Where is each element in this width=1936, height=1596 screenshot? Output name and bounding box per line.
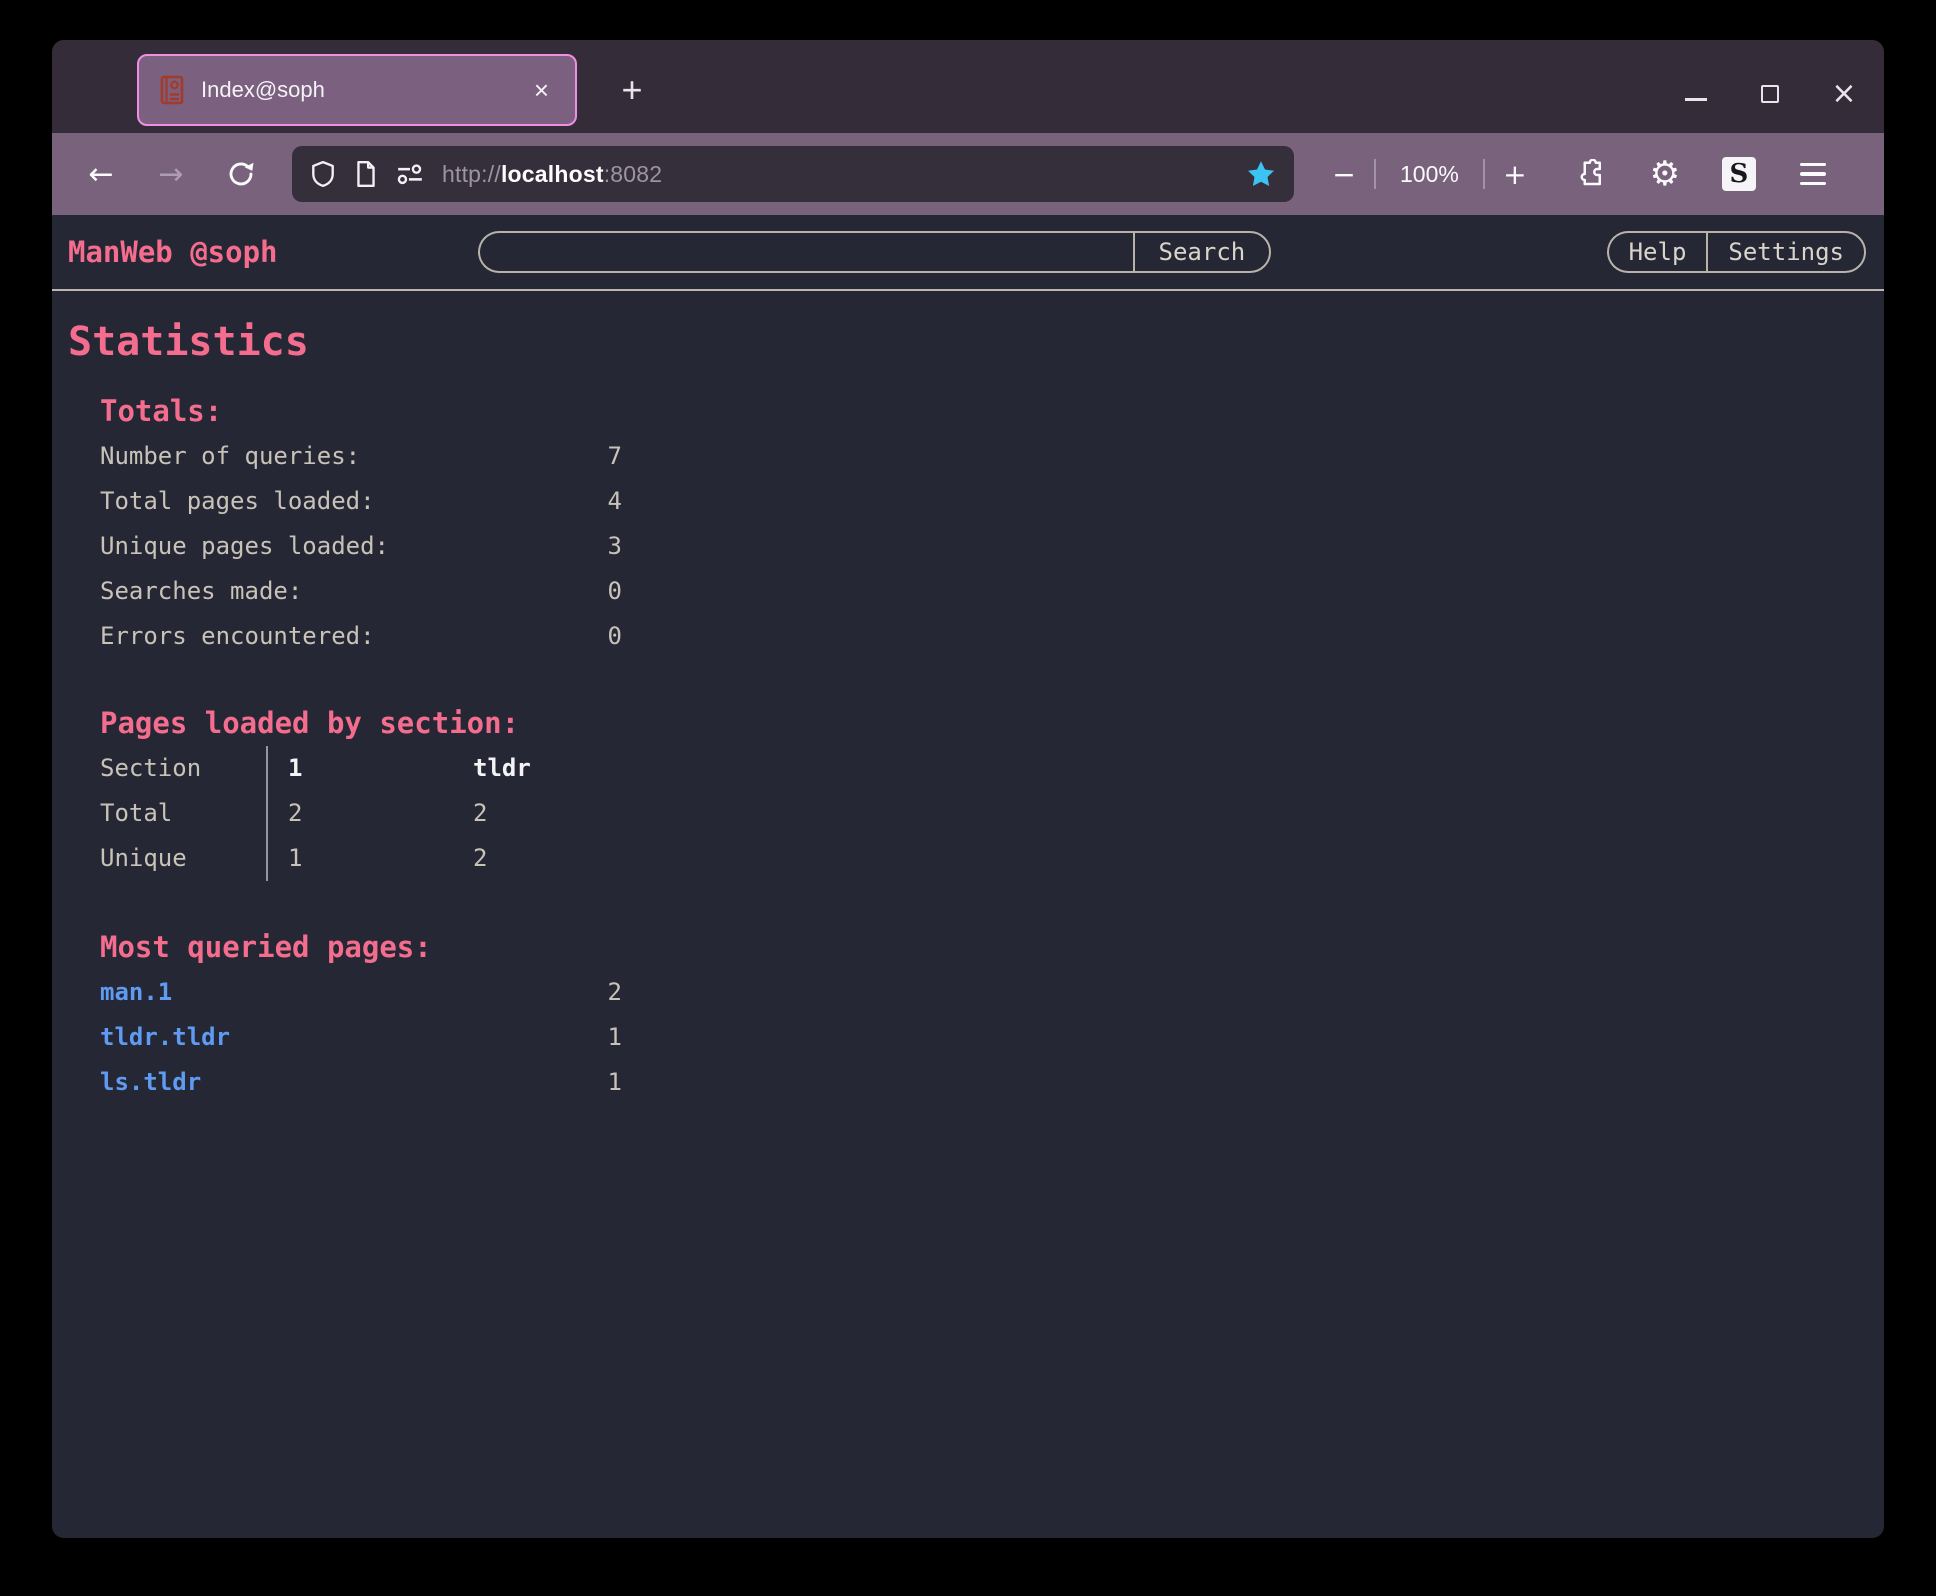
site-header: ManWeb @soph Search Help Settings (52, 215, 1884, 291)
maximize-icon (1761, 85, 1779, 103)
list-item: ls.tldr 1 (100, 1060, 622, 1105)
reload-button[interactable] (218, 151, 264, 197)
toolbar-divider (1483, 159, 1485, 189)
zoom-level[interactable]: 100% (1386, 161, 1473, 188)
forward-button[interactable]: → (148, 151, 194, 197)
page-link-tldr-tldr[interactable]: tldr.tldr (100, 1015, 230, 1060)
list-item: tldr.tldr 1 (100, 1015, 622, 1060)
stat-row: Searches made: 0 (100, 569, 622, 614)
page-info-icon (354, 160, 378, 188)
new-tab-button[interactable]: + (604, 62, 660, 118)
table-col-header: 1 (268, 746, 453, 791)
url-port: :8082 (604, 161, 663, 187)
stat-label: Total pages loaded: (100, 479, 375, 524)
close-window-button[interactable]: × (1820, 70, 1868, 118)
stat-label: Unique pages loaded: (100, 524, 389, 569)
stat-row: Unique pages loaded: 3 (100, 524, 622, 569)
table-row-header: Unique (100, 836, 268, 881)
tab-index-soph[interactable]: Index@soph × (137, 54, 577, 126)
table-cell: 2 (453, 836, 643, 881)
help-button[interactable]: Help (1607, 231, 1707, 273)
gear-icon: ⚙ (1650, 154, 1680, 194)
page-content: ManWeb @soph Search Help Settings Statis… (52, 215, 1884, 1538)
stat-row: Number of queries: 7 (100, 434, 622, 479)
query-count: 1 (608, 1015, 622, 1060)
settings-gear-button[interactable]: ⚙ (1643, 152, 1687, 196)
search-group: Search (478, 231, 1272, 273)
manpage-book-icon (159, 75, 185, 105)
pages-by-section-heading: Pages loaded by section: (100, 701, 1884, 746)
url-text: http://localhost:8082 (442, 161, 662, 188)
close-icon: × (1831, 79, 1856, 109)
bookmark-star-icon[interactable] (1246, 159, 1276, 189)
zoom-in-button[interactable]: + (1495, 154, 1535, 194)
totals-section: Totals: Number of queries: 7 Total pages… (100, 389, 1884, 659)
table-row-header: Total (100, 791, 268, 836)
site-brand[interactable]: ManWeb @soph (68, 235, 278, 269)
page-title: Statistics (68, 319, 1884, 365)
hamburger-menu-icon (1800, 163, 1826, 186)
stat-value: 3 (608, 524, 622, 569)
stat-value: 0 (608, 569, 622, 614)
url-protocol: http:// (442, 161, 501, 187)
minimize-button[interactable] (1672, 70, 1720, 118)
toolbar-icons: ⚙ S (1569, 152, 1835, 196)
maximize-button[interactable] (1746, 70, 1794, 118)
navigation-toolbar: ← → http://localhost:8082 (52, 133, 1884, 215)
extension-s-icon: S (1722, 157, 1756, 191)
stat-value: 4 (608, 479, 622, 524)
extension-s-button[interactable]: S (1717, 152, 1761, 196)
table-col-header: tldr (453, 746, 643, 791)
toolbar-divider (1374, 159, 1376, 189)
tab-bar: Index@soph × + × (52, 40, 1884, 133)
back-button[interactable]: ← (78, 151, 124, 197)
search-input[interactable] (478, 231, 1133, 273)
most-queried-heading: Most queried pages: (100, 925, 1884, 970)
extensions-button[interactable] (1569, 152, 1613, 196)
stat-label: Searches made: (100, 569, 302, 614)
stat-label: Number of queries: (100, 434, 360, 479)
stat-row: Errors encountered: 0 (100, 614, 622, 659)
pages-by-section: Pages loaded by section: Section 1 tldr … (100, 701, 1884, 881)
stat-value: 7 (608, 434, 622, 479)
query-count: 1 (608, 1060, 622, 1105)
table-cell: 2 (453, 791, 643, 836)
list-item: man.1 2 (100, 970, 622, 1015)
puzzle-icon (1576, 159, 1606, 189)
header-buttons: Help Settings (1607, 231, 1866, 273)
window-controls: × (1672, 40, 1868, 133)
page-link-ls-tldr[interactable]: ls.tldr (100, 1060, 201, 1105)
query-count: 2 (608, 970, 622, 1015)
table-cell: 2 (268, 791, 453, 836)
page-link-man1[interactable]: man.1 (100, 970, 172, 1015)
stat-label: Errors encountered: (100, 614, 375, 659)
totals-heading: Totals: (100, 389, 1884, 434)
zoom-out-button[interactable]: − (1324, 154, 1364, 194)
minimize-icon (1685, 98, 1707, 101)
reload-icon (226, 159, 256, 189)
browser-window: Index@soph × + × ← → (52, 40, 1884, 1538)
settings-button[interactable]: Settings (1706, 231, 1866, 273)
stat-row: Total pages loaded: 4 (100, 479, 622, 524)
menu-button[interactable] (1791, 152, 1835, 196)
most-queried-section: Most queried pages: man.1 2 tldr.tldr 1 … (100, 925, 1884, 1105)
tab-close-icon[interactable]: × (528, 75, 555, 105)
tab-title: Index@soph (201, 77, 512, 103)
search-button[interactable]: Search (1133, 231, 1272, 273)
url-bar[interactable]: http://localhost:8082 (292, 146, 1294, 202)
zoom-controls: − 100% + (1324, 154, 1535, 194)
permissions-switches-icon (396, 162, 424, 186)
shield-icon (310, 160, 336, 188)
sections-table: Section 1 tldr Total 2 2 Unique 1 2 (100, 746, 1884, 881)
stat-value: 0 (608, 614, 622, 659)
url-host: localhost (501, 161, 604, 187)
table-cell: 1 (268, 836, 453, 881)
table-row-header: Section (100, 746, 268, 791)
